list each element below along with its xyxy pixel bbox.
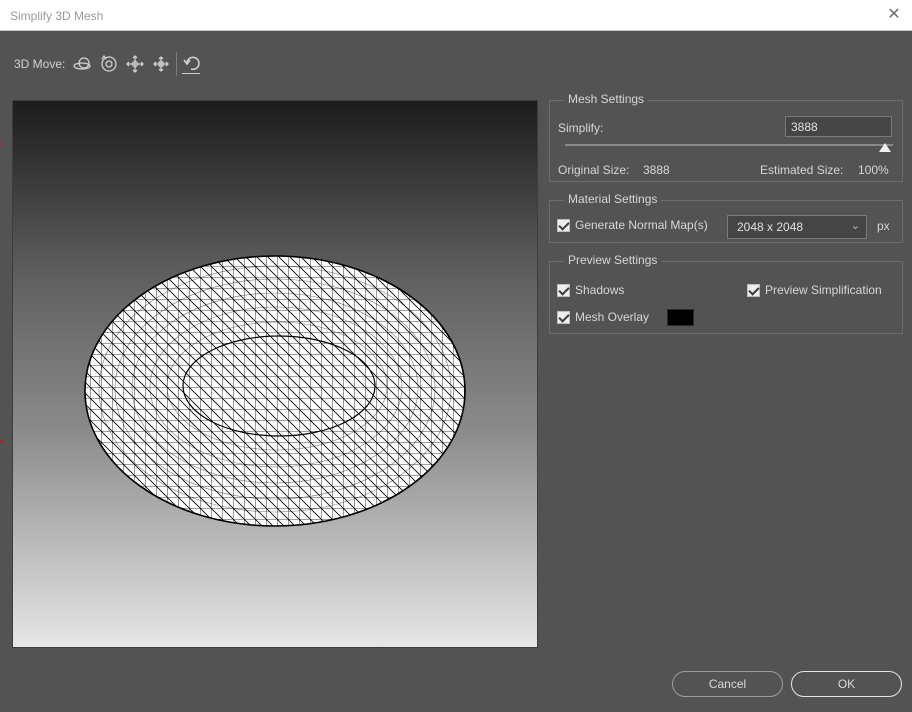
mesh-settings-group: Mesh Settings Simplify: 3888 Original Si… [549,92,903,182]
mesh-overlay-color-swatch[interactable] [667,309,694,326]
original-size-label: Original Size: [558,163,630,177]
generate-normal-map-label: Generate Normal Map(s) [575,218,708,232]
edge-mark [0,143,3,145]
reset-view-underline [182,73,200,74]
toolbar: 3D Move: [0,31,912,95]
original-size-value: 3888 [643,163,670,177]
simplify-label: Simplify: [558,121,604,135]
torus-mesh-preview [84,255,466,527]
orbit-3d-icon[interactable] [72,54,92,74]
preview-settings-group: Preview Settings Shadows Preview Simplif… [549,253,903,334]
estimated-size-value: 100% [858,163,889,177]
normal-map-size-select[interactable]: 2048 x 2048 ⌄ [727,215,867,239]
material-settings-group: Material Settings Generate Normal Map(s)… [549,192,903,243]
toolbar-divider [176,52,177,76]
close-icon[interactable]: ✕ [884,5,904,25]
chevron-down-icon: ⌄ [850,220,860,232]
pan-3d-icon[interactable] [125,54,145,74]
window-title: Simplify 3D Mesh [10,9,104,23]
title-bar: Simplify 3D Mesh ✕ [0,0,912,31]
preview-simplification-checkbox[interactable] [747,284,760,297]
preview-viewport[interactable] [12,100,538,648]
generate-normal-map-checkbox[interactable] [557,219,570,232]
roll-3d-icon[interactable] [99,54,119,74]
move-3d-label: 3D Move: [14,57,66,71]
preview-simplification-label: Preview Simplification [765,283,882,297]
mesh-overlay-label: Mesh Overlay [575,310,650,324]
simplify-slider-thumb[interactable] [879,143,891,152]
slide-3d-icon[interactable] [151,54,171,74]
reset-view-icon[interactable] [182,54,202,74]
cancel-button[interactable]: Cancel [672,671,783,697]
estimated-size-label: Estimated Size: [760,163,844,177]
mesh-settings-title: Mesh Settings [564,92,649,106]
material-settings-title: Material Settings [564,192,662,206]
shadows-label: Shadows [575,283,625,297]
ok-button[interactable]: OK [791,671,902,697]
size-unit-label: px [877,219,890,233]
simplify-input[interactable]: 3888 [785,116,892,137]
preview-settings-title: Preview Settings [564,253,662,267]
edge-mark [0,440,3,442]
simplify-slider-track[interactable] [565,144,893,146]
shadows-checkbox[interactable] [557,284,570,297]
normal-map-size-value: 2048 x 2048 [737,220,804,234]
mesh-overlay-checkbox[interactable] [557,311,570,324]
